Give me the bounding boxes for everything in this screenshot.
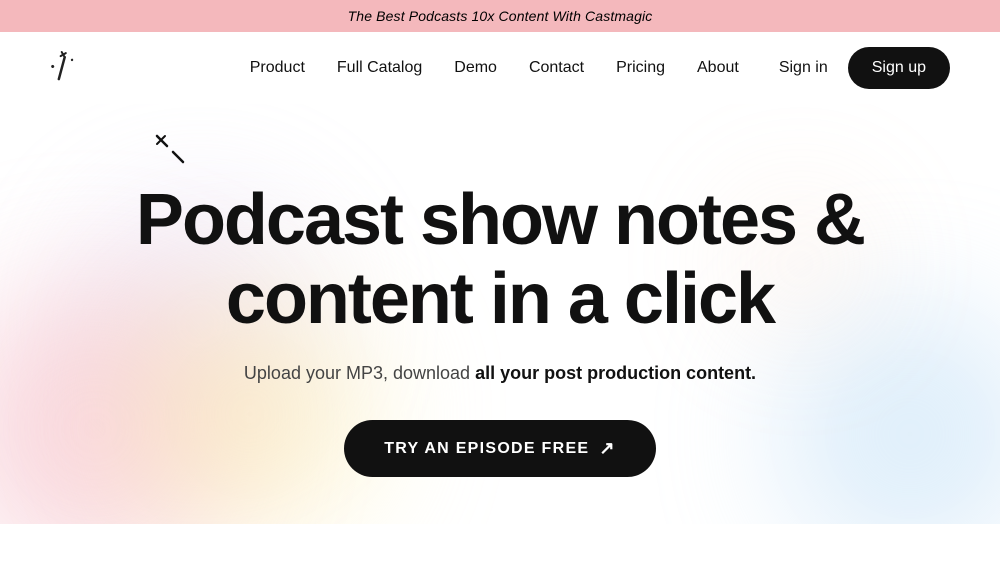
cta-arrow-icon: ↗ [599,438,615,459]
sign-up-button[interactable]: Sign up [848,47,950,89]
nav-auth: Sign in Sign up [779,47,950,89]
nav-links: Product Full Catalog Demo Contact Pricin… [250,59,739,77]
banner-text: The Best Podcasts 10x Content With Castm… [348,8,653,24]
logo[interactable] [50,51,78,85]
hero-content: Podcast show notes & content in a click … [136,181,864,477]
logo-icon [43,46,84,89]
cta-label: TRY AN EPISODE FREE [384,440,589,458]
hero-subtext: Upload your MP3, download all your post … [136,363,864,384]
nav-item-about[interactable]: About [697,59,739,77]
nav-item-full-catalog[interactable]: Full Catalog [337,59,422,77]
nav-item-product[interactable]: Product [250,59,305,77]
nav-item-demo[interactable]: Demo [454,59,497,77]
nav-item-contact[interactable]: Contact [529,59,584,77]
navbar: Product Full Catalog Demo Contact Pricin… [0,32,1000,104]
hero-section: Podcast show notes & content in a click … [0,104,1000,524]
top-banner: The Best Podcasts 10x Content With Castm… [0,0,1000,32]
hero-headline: Podcast show notes & content in a click [136,181,864,339]
sparkle-decoration [155,134,185,169]
nav-item-pricing[interactable]: Pricing [616,59,665,77]
sign-in-link[interactable]: Sign in [779,59,828,77]
cta-try-free-button[interactable]: TRY AN EPISODE FREE ↗ [344,420,655,477]
